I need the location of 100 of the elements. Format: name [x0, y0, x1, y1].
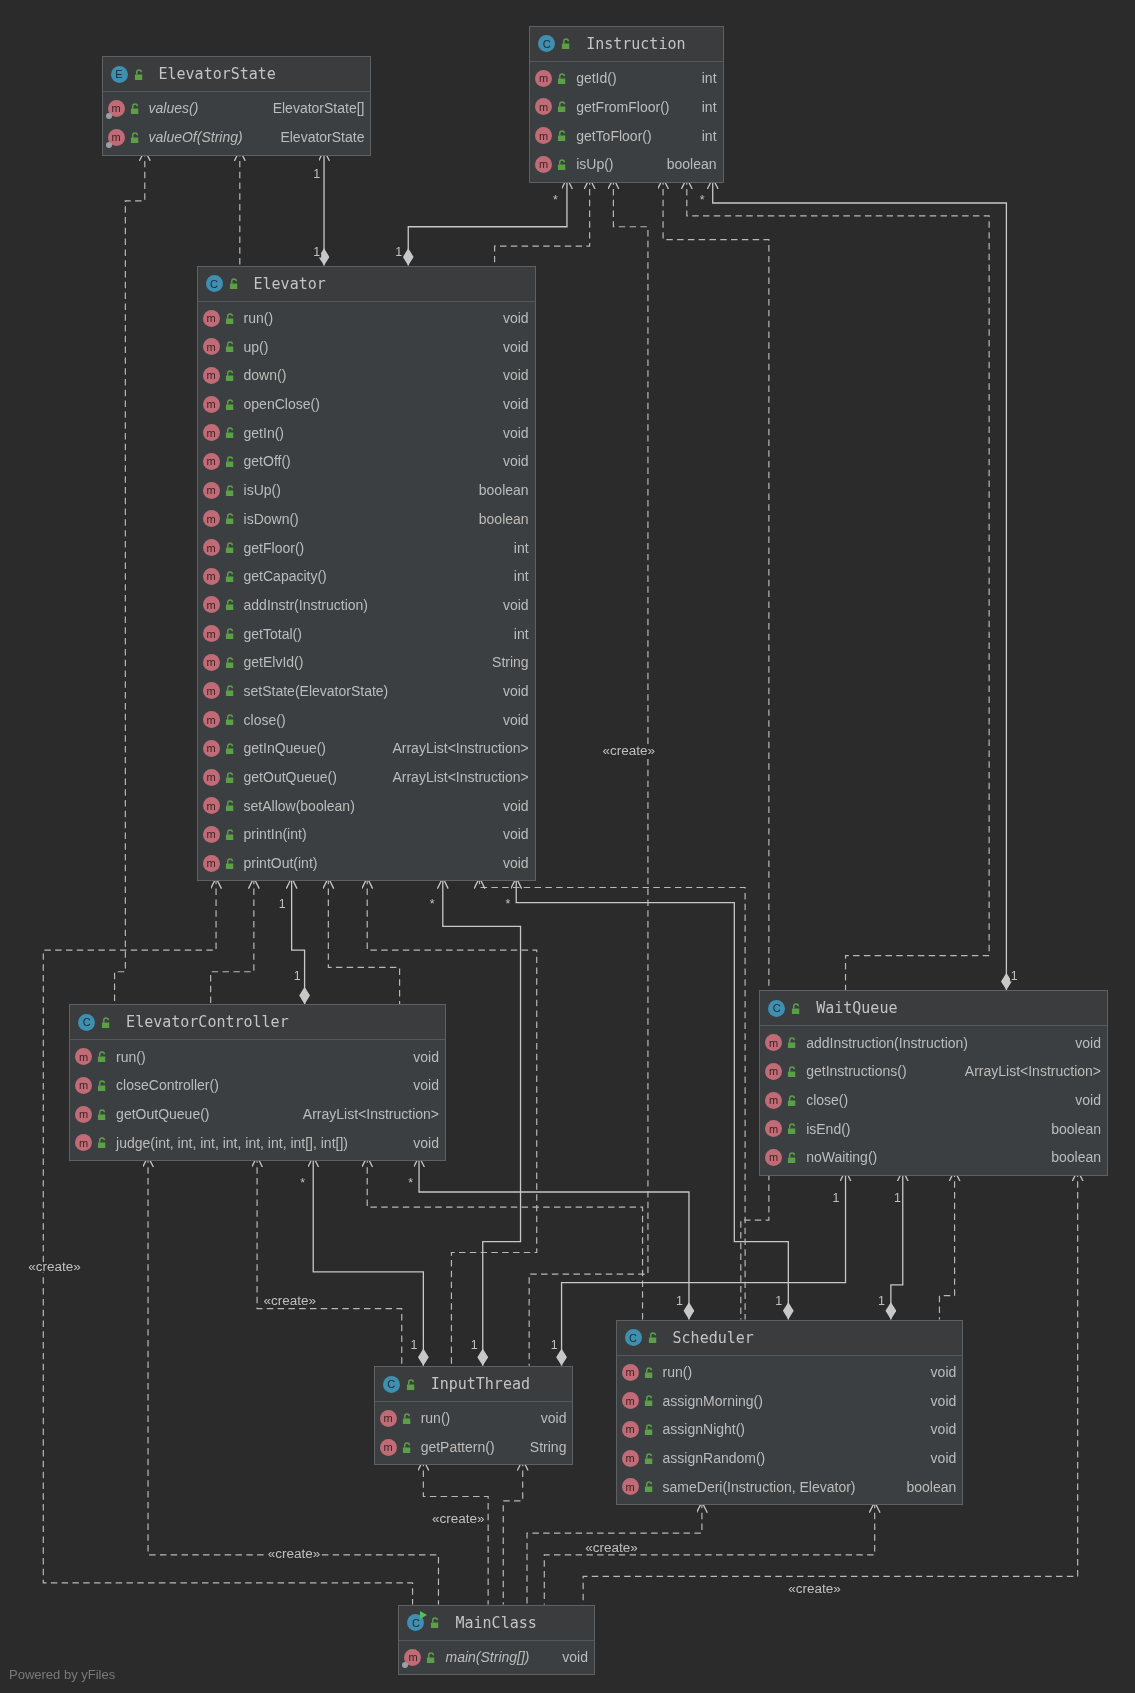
- class-name: InputThread: [430, 1375, 530, 1394]
- method-signature: isDown(): [243, 510, 299, 527]
- method-signature: getElvId(): [243, 654, 304, 671]
- lock-icon: [643, 1395, 655, 1407]
- class-icon: C: [382, 1375, 400, 1393]
- lock-icon: [129, 103, 141, 114]
- method-icon: m: [202, 338, 220, 356]
- lock-icon: [224, 800, 236, 812]
- method-signature: getFromFloor(): [576, 98, 670, 115]
- method-icon: m: [621, 1392, 639, 1410]
- method-signature: setState(ElevatorState): [243, 682, 389, 699]
- multiplicity-label: 1: [470, 1337, 478, 1352]
- lock-icon: [405, 1378, 417, 1390]
- return-type: ElevatorState: [279, 129, 365, 146]
- method-signature: isUp(): [576, 156, 614, 173]
- class-box[interactable]: C InputThread m run() void m getPattern() String: [373, 1366, 574, 1466]
- class-icon: C: [205, 275, 223, 293]
- method-signature: getToFloor(): [576, 127, 652, 144]
- method-icon: m: [404, 1648, 422, 1666]
- method-signature: getIn(): [243, 424, 284, 441]
- class-box[interactable]: E ElevatorState m values() ElevatorState[] m valueOf(String) ElevatorState: [101, 56, 372, 156]
- lock-icon: [224, 312, 236, 324]
- return-type: void: [929, 1421, 957, 1438]
- return-type: void: [929, 1364, 957, 1380]
- return-type: void: [929, 1450, 957, 1467]
- multiplicity-label: 1: [313, 167, 321, 182]
- return-type: ElevatorState[]: [271, 100, 365, 117]
- multiplicity-label: *: [429, 897, 435, 912]
- method-signature: getOutQueue(): [243, 769, 337, 785]
- class-box[interactable]: C Scheduler m run() void m assignMorning() void m assignNight() void m assignRandom() void m sameDeri(Instruction, Elevator) boolean: [615, 1319, 964, 1506]
- method-signature: valueOf(String): [148, 129, 243, 146]
- stereotype-label: «create»: [28, 1258, 81, 1274]
- method-icon: m: [202, 625, 220, 643]
- multiplicity-label: 1: [293, 969, 301, 984]
- multiplicity-label: *: [300, 1175, 306, 1190]
- method-icon: m: [765, 1120, 783, 1138]
- lock-icon: [224, 484, 236, 496]
- class-box[interactable]: C WaitQueue m addInstruction(Instruction) void m getInstructions() ArrayList<Instruction> m close() void m isEnd() boolean m noWaiting() boolean: [759, 990, 1108, 1176]
- return-type: ArrayList<Instruction>: [301, 1106, 439, 1123]
- method-signature: getFloor(): [243, 539, 305, 556]
- method-icon: m: [202, 481, 220, 499]
- class-box[interactable]: [196, 265, 536, 882]
- method-signature: assignRandom(): [662, 1450, 766, 1467]
- return-type: void: [501, 396, 529, 413]
- multiplicity-label: 1: [313, 244, 321, 259]
- lock-icon: [643, 1366, 655, 1378]
- return-type: boolean: [477, 482, 529, 499]
- lock-icon: [224, 341, 236, 353]
- return-type: void: [1074, 1034, 1101, 1051]
- run-icon: [419, 1611, 428, 1620]
- method-signature: run(): [116, 1048, 146, 1065]
- lock-icon: [224, 398, 236, 410]
- lock-icon: [224, 369, 236, 381]
- lock-icon: [643, 1423, 655, 1435]
- lock-icon: [643, 1481, 655, 1493]
- return-type: void: [501, 797, 529, 814]
- lock-icon: [224, 628, 236, 640]
- lock-icon: [224, 714, 236, 726]
- return-type: boolean: [665, 156, 717, 173]
- footer-text: Powered by yFiles: [9, 1667, 116, 1682]
- stereotype-label: «create»: [788, 1580, 841, 1596]
- method-icon: m: [535, 69, 553, 87]
- method-signature: addInstruction(Instruction): [806, 1034, 969, 1051]
- lock-icon: [224, 455, 236, 467]
- return-type: ArrayList<Instruction>: [391, 740, 529, 757]
- method-signature: getInstructions(): [806, 1063, 907, 1080]
- return-type: String: [491, 654, 529, 671]
- return-type: void: [501, 367, 529, 384]
- return-type: int: [700, 70, 717, 87]
- method-signature: sameDeri(Instruction, Elevator): [662, 1478, 856, 1495]
- enum-icon: E: [110, 65, 128, 83]
- method-icon: m: [379, 1409, 397, 1427]
- method-signature: close(): [243, 711, 286, 728]
- class-icon: C: [78, 1013, 96, 1031]
- class-box[interactable]: C Instruction m getId() int m getFromFloor() int m getToFloor() int m isUp() boolean: [529, 25, 724, 183]
- multiplicity-label: 1: [550, 1337, 558, 1352]
- return-type: void: [501, 424, 529, 441]
- method-icon: m: [202, 682, 220, 700]
- lock-icon: [224, 570, 236, 582]
- class-box[interactable]: C MainClass m main(String[]) void: [398, 1604, 595, 1676]
- return-type: void: [1074, 1092, 1101, 1108]
- class-box[interactable]: C ElevatorController m run() void m closeController() void m getOutQueue() ArrayList<Instruction> m judge(int, int, int, int, int, int, int[], int[]) void: [69, 1004, 446, 1162]
- multiplicity-label: 1: [894, 1190, 901, 1205]
- return-type: int: [512, 539, 529, 556]
- method-icon: m: [765, 1148, 783, 1166]
- multiplicity-label: *: [699, 193, 705, 208]
- method-signature: close(): [806, 1092, 849, 1108]
- multiplicity-label: *: [408, 1175, 414, 1190]
- method-icon: m: [765, 1091, 783, 1109]
- multiplicity-label: 1: [410, 1337, 418, 1352]
- class-name: Instruction: [586, 34, 686, 53]
- method-icon: m: [535, 127, 553, 145]
- multiplicity-label: *: [552, 193, 558, 208]
- return-type: boolean: [905, 1478, 957, 1495]
- method-icon: m: [202, 596, 220, 614]
- method-icon: m: [621, 1420, 639, 1438]
- method-icon: m: [202, 854, 220, 872]
- class-name: ElevatorController: [126, 1013, 289, 1032]
- stereotype-label: «create»: [267, 1546, 321, 1562]
- return-type: void: [561, 1649, 588, 1666]
